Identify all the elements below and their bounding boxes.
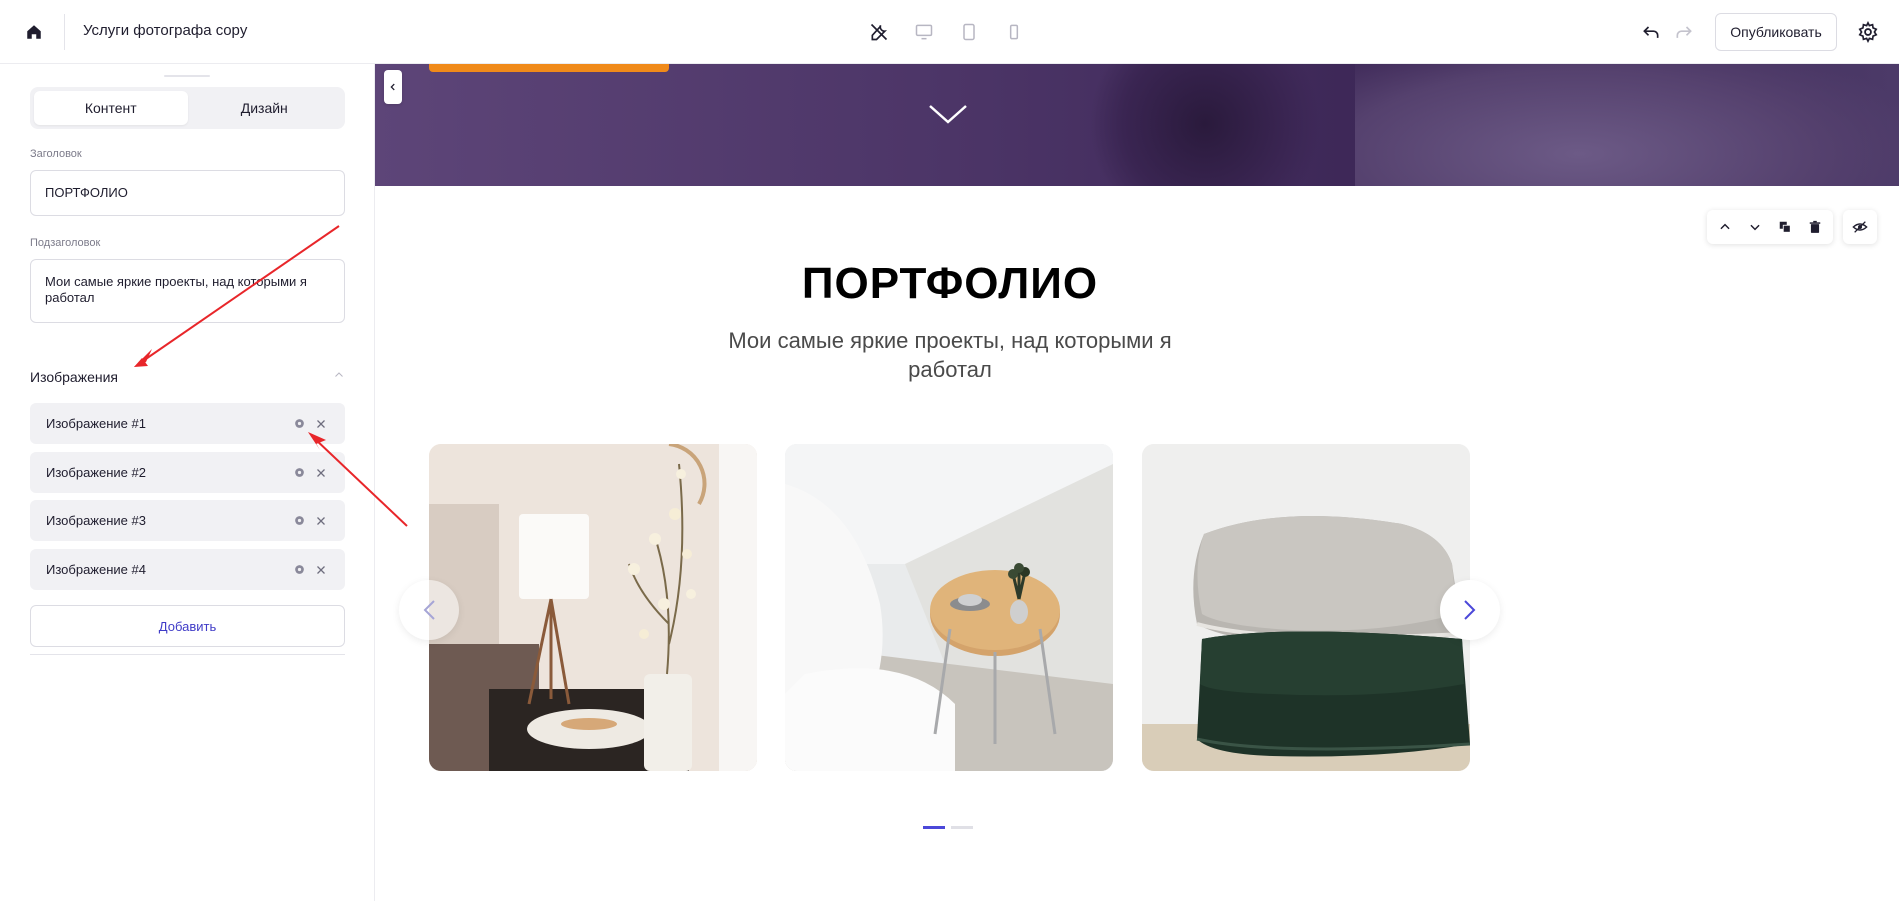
undo-icon[interactable] <box>1639 20 1663 44</box>
hero-cta-button[interactable] <box>429 64 669 72</box>
image-item-label: Изображение #2 <box>46 465 146 480</box>
editor-canvas: ПОРТФОЛИО Мои самые яркие проекты, над к… <box>375 64 1899 901</box>
hide-block-icon[interactable] <box>1843 210 1877 244</box>
add-image-button[interactable]: Добавить <box>30 605 345 647</box>
gear-icon[interactable] <box>291 513 307 529</box>
hero-image-fabric <box>1355 64 1899 186</box>
sidebar-tabs: Контент Дизайн <box>30 87 345 129</box>
subtitle-textarea[interactable]: Мои самые яркие проекты, над которыми я … <box>30 259 345 323</box>
portfolio-slide-image[interactable] <box>785 444 1113 771</box>
gear-icon[interactable] <box>291 465 307 481</box>
subtitle-field-label: Подзаголовок <box>30 237 101 249</box>
chevron-up-icon[interactable] <box>333 368 345 386</box>
top-bar: Услуги фотографа copy Опубликовать <box>0 0 1899 64</box>
device-switcher <box>868 20 1025 44</box>
tools-icon[interactable] <box>868 20 890 44</box>
trash-icon[interactable] <box>1803 215 1827 239</box>
pagination-dot[interactable] <box>923 826 945 829</box>
close-icon[interactable] <box>313 465 329 481</box>
image-item-label: Изображение #4 <box>46 562 146 577</box>
image-item-label: Изображение #3 <box>46 513 146 528</box>
desktop-icon[interactable] <box>913 20 935 44</box>
slider-next-button[interactable] <box>1440 580 1500 640</box>
close-icon[interactable] <box>313 562 329 578</box>
site-title: Услуги фотографа copy <box>83 22 248 39</box>
gear-icon[interactable] <box>1856 20 1880 44</box>
slider-pagination <box>923 826 973 829</box>
redo-icon[interactable] <box>1672 20 1696 44</box>
gear-icon[interactable] <box>291 416 307 432</box>
portfolio-slide-image[interactable] <box>429 444 757 771</box>
tab-design[interactable]: Дизайн <box>188 91 342 125</box>
sidebar-divider <box>30 654 345 655</box>
gear-icon[interactable] <box>291 562 307 578</box>
tablet-icon[interactable] <box>958 20 980 44</box>
mobile-icon[interactable] <box>1003 20 1025 44</box>
portfolio-subtitle: Мои самые яркие проекты, над которыми я … <box>728 328 1172 382</box>
block-toolbar <box>1707 210 1833 244</box>
portfolio-slide-image[interactable] <box>1142 444 1470 771</box>
slider-prev-button[interactable] <box>399 580 459 640</box>
images-section-label: Изображения <box>30 369 118 385</box>
drag-handle[interactable] <box>164 75 210 77</box>
pagination-dot[interactable] <box>951 826 973 829</box>
settings-sidebar: Контент Дизайн Заголовок ПОРТФОЛИО Подза… <box>0 64 375 901</box>
move-down-icon[interactable] <box>1743 215 1767 239</box>
image-item-label: Изображение #1 <box>46 416 146 431</box>
hero-section <box>375 64 1899 186</box>
image-item[interactable]: Изображение #1 <box>30 403 345 444</box>
chevron-down-icon[interactable] <box>928 102 968 126</box>
portfolio-title: ПОРТФОЛИО <box>801 259 1099 308</box>
image-item[interactable]: Изображение #4 <box>30 549 345 590</box>
move-up-icon[interactable] <box>1713 215 1737 239</box>
image-item[interactable]: Изображение #2 <box>30 452 345 493</box>
close-icon[interactable] <box>313 513 329 529</box>
publish-button[interactable]: Опубликовать <box>1715 13 1837 51</box>
title-input[interactable]: ПОРТФОЛИО <box>30 170 345 216</box>
collapse-sidebar-button[interactable] <box>384 70 402 104</box>
hero-image-camera <box>1075 64 1335 186</box>
close-icon[interactable] <box>313 416 329 432</box>
tab-content[interactable]: Контент <box>34 91 188 125</box>
toolbar-divider <box>64 14 65 50</box>
duplicate-icon[interactable] <box>1773 215 1797 239</box>
images-section-header[interactable]: Изображения <box>30 367 345 387</box>
title-field-label: Заголовок <box>30 148 82 160</box>
home-icon[interactable] <box>22 20 46 44</box>
image-item[interactable]: Изображение #3 <box>30 500 345 541</box>
